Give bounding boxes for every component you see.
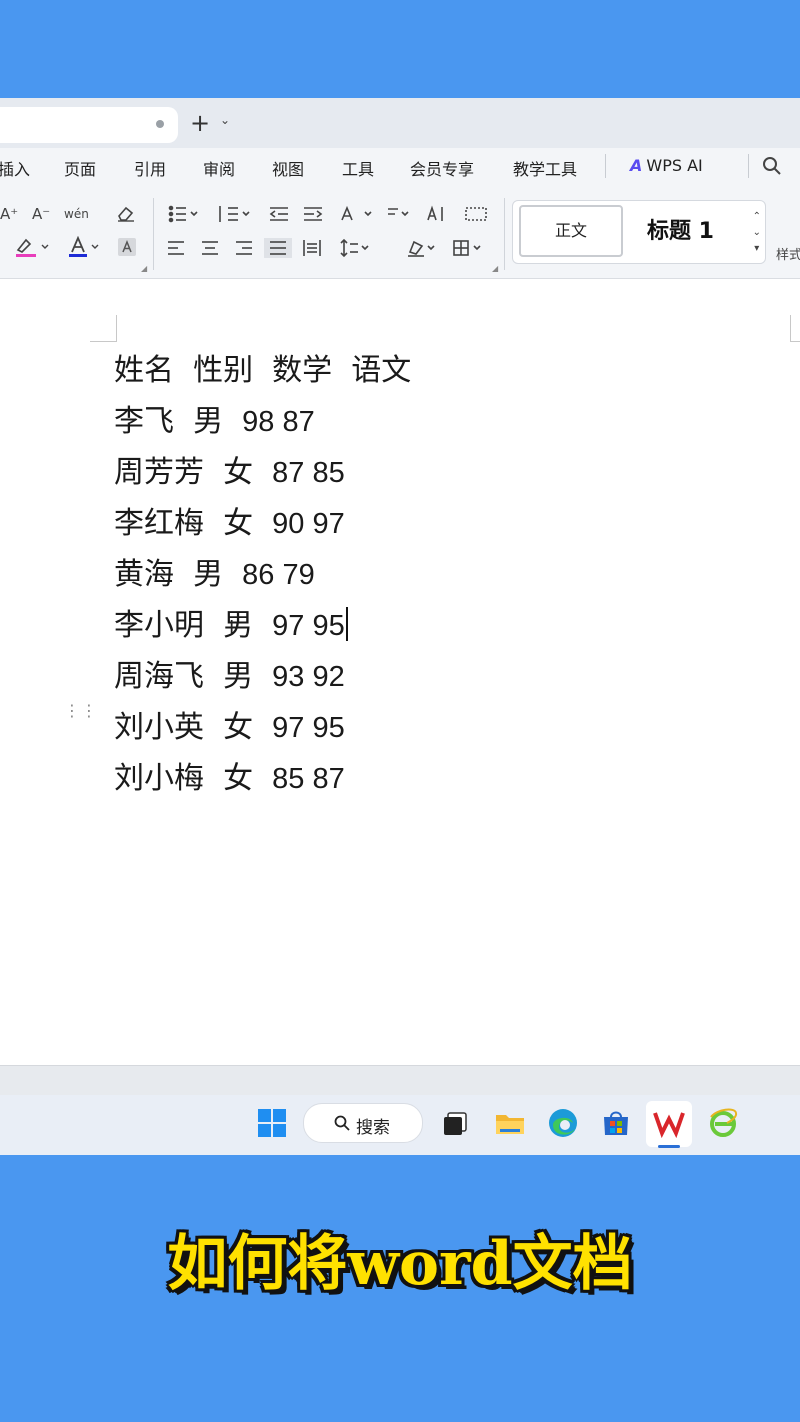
tab-strip: + ⌄ <box>0 98 800 148</box>
search-icon <box>334 1115 350 1131</box>
ribbon-divider <box>504 198 505 270</box>
doc-line-text: 李红梅 女 <box>114 506 273 541</box>
doc-line-scores: 85 87 <box>272 763 345 795</box>
doc-line-scores: 97 95 <box>272 712 345 744</box>
doc-line-text: 刘小梅 女 <box>114 761 273 796</box>
menu-references[interactable]: 引用 <box>134 156 166 180</box>
task-view-icon[interactable] <box>440 1107 472 1139</box>
ribbon-divider <box>153 198 154 270</box>
ibeam-cursor-icon: I <box>229 617 235 638</box>
font-color-icon[interactable] <box>66 236 102 258</box>
paragraph-dialog-launcher-icon[interactable]: ◢ <box>492 264 498 273</box>
menu-bar: 插入 页面 引用 审阅 视图 工具 会员专享 教学工具 A WPS AI <box>0 148 800 186</box>
document-tab[interactable] <box>0 107 178 143</box>
search-icon[interactable] <box>762 156 782 176</box>
char-shading-icon[interactable] <box>118 238 136 256</box>
file-explorer-icon[interactable] <box>494 1107 526 1139</box>
doc-line-scores: 90 97 <box>272 508 345 540</box>
new-tab-button[interactable]: + <box>190 110 210 136</box>
menu-tools[interactable]: 工具 <box>342 156 374 180</box>
wps-taskbar-button[interactable] <box>646 1101 692 1147</box>
style-normal-button[interactable]: 正文 <box>519 205 623 257</box>
doc-line-scores: 86 79 <box>242 559 315 591</box>
doc-line-text: 周海飞 男 <box>114 659 273 694</box>
font-grow-button[interactable]: A⁺ <box>0 204 18 224</box>
doc-line[interactable]: 李飞 男 98 87 <box>114 396 315 440</box>
menu-member[interactable]: 会员专享 <box>410 156 474 180</box>
phonetic-guide-button[interactable]: wén <box>64 204 89 224</box>
font-shrink-button[interactable]: A⁻ <box>32 204 50 224</box>
doc-line-scores: 87 85 <box>272 457 345 489</box>
paragraph-drag-handle-icon[interactable]: ⋮⋮ <box>64 703 98 719</box>
doc-line-scores: 98 87 <box>242 406 315 438</box>
doc-line[interactable]: 周芳芳 女 87 85 <box>114 447 345 491</box>
styles-label[interactable]: 样式 <box>776 244 800 263</box>
doc-line-scores: 93 92 <box>272 661 345 693</box>
active-app-indicator <box>658 1145 680 1148</box>
status-bar <box>0 1065 800 1096</box>
doc-line[interactable]: 周海飞 男 93 92 <box>114 651 345 695</box>
doc-line-text: 李小明 男 <box>114 608 273 643</box>
doc-line-text: 周芳芳 女 <box>114 455 273 490</box>
doc-line-text: 姓名 性别 数学 语文 <box>114 353 412 388</box>
edge-browser-icon[interactable] <box>547 1107 579 1139</box>
wps-ai-logo-icon: A <box>630 156 643 175</box>
video-caption: 如何将word文档 <box>167 1229 633 1299</box>
doc-line[interactable]: 李红梅 女 90 97 <box>114 498 345 542</box>
taskbar-search-box[interactable]: 搜索 <box>303 1103 423 1143</box>
margin-corner-mark <box>790 315 800 342</box>
style-heading1-button[interactable]: 标题 1 <box>647 213 714 245</box>
menu-page[interactable]: 页面 <box>64 156 96 180</box>
taskbar: 搜索 <box>0 1095 800 1155</box>
doc-line[interactable]: 刘小英 女 97 95 <box>114 702 345 746</box>
text-cursor <box>345 607 348 641</box>
microsoft-store-icon[interactable] <box>600 1107 632 1139</box>
clear-format-icon[interactable] <box>116 204 136 222</box>
font-dialog-launcher-icon[interactable]: ◢ <box>141 264 147 273</box>
style-gallery-scroll-icon[interactable]: ⌃ ⌄ ▾ <box>753 209 761 257</box>
paragraph-tools-row1 <box>168 205 487 223</box>
menu-divider <box>748 154 749 178</box>
taskbar-search-label: 搜索 <box>356 1118 390 1138</box>
menu-teaching-tools[interactable]: 教学工具 <box>513 156 577 180</box>
menu-review[interactable]: 审阅 <box>203 156 235 180</box>
menu-divider <box>605 154 606 178</box>
ribbon: A⁺ A⁻ wén ◢ ◢ 正文 标题 1 ⌃ ⌄ ▾ 样式 <box>0 186 800 279</box>
menu-insert[interactable]: 插入 <box>0 156 30 180</box>
highlight-color-icon[interactable] <box>14 236 50 258</box>
chevron-down-icon[interactable]: ⌄ <box>220 113 230 127</box>
wps-logo-icon <box>653 1112 685 1139</box>
style-gallery: 正文 标题 1 ⌃ ⌄ ▾ <box>512 200 766 264</box>
wps-ai-button[interactable]: A WPS AI <box>630 156 703 175</box>
doc-line-text: 李飞 男 <box>114 404 243 439</box>
margin-corner-mark <box>90 315 117 342</box>
windows-start-icon[interactable] <box>256 1107 288 1139</box>
paragraph-tools-row2 <box>168 238 481 258</box>
doc-line[interactable]: 刘小梅 女 85 87 <box>114 753 345 797</box>
ie-browser-icon[interactable] <box>707 1107 739 1139</box>
menu-view[interactable]: 视图 <box>272 156 304 180</box>
doc-line-text: 刘小英 女 <box>114 710 273 745</box>
doc-line-text: 黄海 男 <box>114 557 243 592</box>
doc-line-scores: 97 95 <box>272 610 345 642</box>
wps-ai-label: WPS AI <box>646 156 703 175</box>
doc-line[interactable]: 黄海 男 86 79 <box>114 549 315 593</box>
wps-writer-window: + ⌄ 插入 页面 引用 审阅 视图 工具 会员专享 教学工具 A WPS AI … <box>0 98 800 1155</box>
unsaved-dot-icon <box>156 120 164 128</box>
document-page[interactable]: 姓名 性别 数学 语文 李飞 男 98 87 周芳芳 女 87 85 李红梅 女… <box>0 279 800 1065</box>
doc-line[interactable]: 姓名 性别 数学 语文 <box>114 345 411 389</box>
